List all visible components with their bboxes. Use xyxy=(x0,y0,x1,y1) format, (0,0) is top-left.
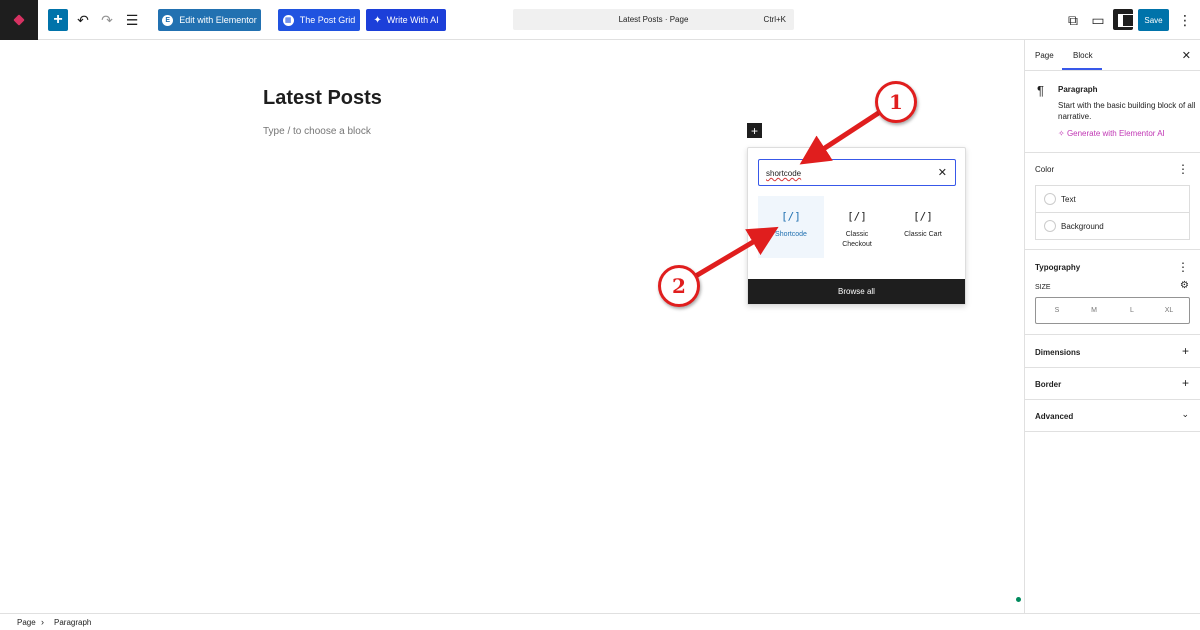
tab-block[interactable]: Block xyxy=(1073,51,1093,60)
size-option-s[interactable]: S xyxy=(1047,307,1067,314)
block-name: Paragraph xyxy=(1058,85,1098,94)
generate-ai-link[interactable]: ✧ Generate with Elementor AI xyxy=(1058,129,1165,138)
active-tab-indicator xyxy=(1062,68,1102,70)
save-button[interactable]: Save xyxy=(1138,9,1169,31)
write-with-ai-button[interactable]: ✦ Write With AI xyxy=(366,9,446,31)
color-options: Text Background xyxy=(1035,185,1190,240)
paragraph-icon: ¶ xyxy=(1037,83,1044,98)
size-option-l[interactable]: L xyxy=(1122,307,1142,314)
edit-with-elementor-button[interactable]: E Edit with Elementor xyxy=(158,9,261,31)
more-vertical-icon[interactable]: ⋮ xyxy=(1177,260,1189,274)
desktop-preview-icon[interactable]: ▭ xyxy=(1088,10,1108,30)
more-vertical-icon[interactable]: ⋮ xyxy=(1175,10,1195,30)
advanced-panel[interactable]: Advanced ⌄ xyxy=(1025,400,1200,432)
external-link-icon[interactable]: ⧉ xyxy=(1063,10,1083,30)
block-card: ¶ Paragraph Start with the basic buildin… xyxy=(1025,71,1200,153)
list-view-icon[interactable]: ☰ xyxy=(122,10,142,30)
undo-icon[interactable]: ↶ xyxy=(73,10,93,30)
plus-icon: + xyxy=(53,11,63,28)
annotation-marker-2: 2 xyxy=(658,265,700,307)
font-size-picker: S M L XL xyxy=(1035,297,1190,324)
block-plus-icon[interactable]: + xyxy=(747,123,762,138)
color-swatch xyxy=(1044,220,1056,232)
color-background-option[interactable]: Background xyxy=(1036,213,1189,240)
size-option-m[interactable]: M xyxy=(1084,307,1104,314)
block-result-classic-checkout[interactable]: [/] Classic Checkout xyxy=(824,196,890,258)
more-vertical-icon[interactable]: ⋮ xyxy=(1177,162,1189,176)
post-grid-button[interactable]: ▦ The Post Grid xyxy=(278,9,360,31)
sidebar-toggle-icon[interactable] xyxy=(1113,9,1134,30)
status-dot xyxy=(1016,597,1021,602)
close-icon[interactable]: ✕ xyxy=(938,166,947,179)
block-description: Start with the basic building block of a… xyxy=(1058,101,1196,121)
breadcrumb-paragraph[interactable]: Paragraph xyxy=(54,618,91,627)
post-title[interactable]: Latest Posts xyxy=(263,87,382,110)
close-icon[interactable]: ✕ xyxy=(1182,49,1191,62)
settings-sliders-icon[interactable]: ⚙ xyxy=(1180,280,1189,291)
chevron-down-icon[interactable]: ⌄ xyxy=(1181,409,1189,420)
size-option-xl[interactable]: XL xyxy=(1159,307,1179,314)
sparkle-icon: ✧ xyxy=(1058,129,1067,138)
shortcode-icon: [/] xyxy=(781,210,801,223)
command-shortcut: Ctrl+K xyxy=(763,15,786,24)
block-result-classic-cart[interactable]: [/] Classic Cart xyxy=(890,196,956,258)
color-swatch xyxy=(1044,193,1056,205)
grid-icon: ▦ xyxy=(282,14,294,26)
size-label: SIZE xyxy=(1035,284,1051,291)
editor-toolbar: + ↶ ↷ ☰ E Edit with Elementor ▦ The Post… xyxy=(0,0,1200,40)
redo-icon[interactable]: ↷ xyxy=(97,10,117,30)
editor-canvas xyxy=(0,40,1024,613)
command-palette-bar[interactable]: Latest Posts · Page Ctrl+K xyxy=(513,9,794,30)
quick-inserter-popover: shortcode ✕ [/] Shortcode [/] Classic Ch… xyxy=(747,147,966,305)
tab-page[interactable]: Page xyxy=(1035,51,1054,60)
color-text-option[interactable]: Text xyxy=(1036,186,1189,213)
breadcrumb: Page › Paragraph xyxy=(0,613,1200,630)
shortcode-icon: [/] xyxy=(847,210,867,223)
elementor-icon: E xyxy=(162,14,174,26)
block-result-shortcode[interactable]: [/] Shortcode xyxy=(758,196,824,258)
browse-all-button[interactable]: Browse all xyxy=(748,279,965,304)
shortcode-icon: [/] xyxy=(913,210,933,223)
wordpress-logo-icon[interactable] xyxy=(0,0,38,40)
block-inserter-toggle[interactable]: + xyxy=(48,9,68,31)
annotation-marker-1: 1 xyxy=(875,81,917,123)
sidebar-tabs: Page Block ✕ xyxy=(1025,40,1200,71)
plus-icon[interactable]: + xyxy=(1182,376,1189,390)
dimensions-panel[interactable]: Dimensions + xyxy=(1025,335,1200,368)
sparkle-icon: ✦ xyxy=(373,14,382,26)
document-title: Latest Posts · Page xyxy=(618,15,689,24)
block-search-input[interactable]: shortcode ✕ xyxy=(758,159,956,186)
breadcrumb-page[interactable]: Page xyxy=(17,618,36,627)
border-panel[interactable]: Border + xyxy=(1025,368,1200,400)
paragraph-placeholder[interactable]: Type / to choose a block xyxy=(263,126,371,137)
chevron-right-icon: › xyxy=(41,617,44,627)
plus-icon[interactable]: + xyxy=(1182,344,1189,358)
settings-sidebar: Page Block ✕ ¶ Paragraph Start with the … xyxy=(1024,40,1200,613)
